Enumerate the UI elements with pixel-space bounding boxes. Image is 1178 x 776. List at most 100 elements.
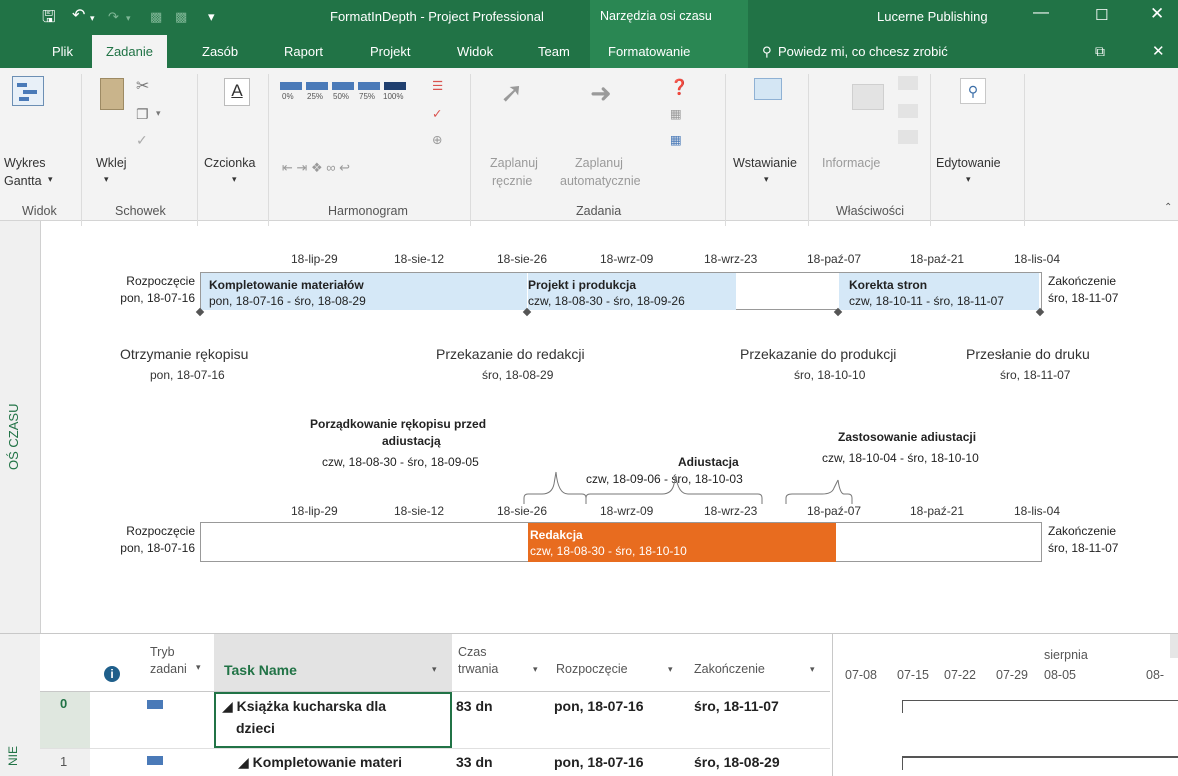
gantt-side-panel: NIE <box>0 634 41 776</box>
tab-widok[interactable]: Widok <box>457 35 493 68</box>
paste-dropdown-icon[interactable]: ▾ <box>104 174 109 185</box>
column-duration-1[interactable]: Czas <box>458 645 486 659</box>
group-zadania: Zadania <box>576 204 622 218</box>
mode-icon[interactable]: ▦ <box>670 132 682 147</box>
tick-label: 18-lis-04 <box>1014 504 1061 518</box>
timeline-task-redakcja[interactable]: Redakcja czw, 18-08-30 - śro, 18-10-10 <box>528 523 836 562</box>
timescale-week: 08- <box>1146 668 1165 682</box>
font-button[interactable]: Czcionka <box>204 156 255 170</box>
gantt-dropdown-icon[interactable]: ▾ <box>48 174 53 185</box>
auto-schedule-label-1: Zaplanuj <box>575 156 623 170</box>
ribbon: Wykres Gantta ▾ ✂ ❐ ▾ ✓ Wklej ▾ A Czcion… <box>0 68 1178 221</box>
timeline-view[interactable]: 18-lip-29 18-sie-12 18-sie-26 18-wrz-09 … <box>42 222 1178 632</box>
summary-bar[interactable] <box>902 756 1178 770</box>
milestone-name: Przekazanie do redakcji <box>436 346 585 362</box>
tick-label: 18-sie-12 <box>394 504 445 518</box>
save-icon[interactable]: 🖫 <box>42 6 56 33</box>
edit-dropdown-icon[interactable]: ▾ <box>966 174 971 185</box>
insert-button[interactable]: Wstawianie <box>733 156 797 170</box>
summary-bar[interactable] <box>902 700 1178 713</box>
paste-icon <box>100 78 124 110</box>
inspect-icon[interactable]: ❓ <box>670 78 689 96</box>
column-mode-1[interactable]: Tryb <box>150 645 175 659</box>
finish-cell: śro, 18-11-07 <box>694 698 779 714</box>
pct-100-icon[interactable] <box>384 82 406 90</box>
maximize-icon[interactable]: ☐ <box>1095 6 1108 24</box>
mode-dropdown-icon[interactable]: ▾ <box>196 662 201 673</box>
copy-dropdown-icon[interactable]: ▾ <box>156 108 161 119</box>
tab-projekt[interactable]: Projekt <box>370 35 410 68</box>
callout-name: Adiustacja <box>678 455 739 469</box>
undo-icon[interactable]: ↶ <box>72 5 85 25</box>
tab-zadanie[interactable]: Zadanie <box>92 35 167 68</box>
ribbon-separator <box>470 74 471 226</box>
percent-complete-buttons: 0% 25% 50% 75% 100% <box>280 82 410 108</box>
task-name-cell: ◢ Kompletowanie materi <box>238 754 403 770</box>
insert-dropdown-icon[interactable]: ▾ <box>764 174 769 185</box>
tick-label: 18-lis-04 <box>1014 252 1061 266</box>
column-task-name[interactable]: Task Name <box>224 662 297 678</box>
tell-me-box[interactable]: Powiedz mi, co chcesz zrobić <box>778 35 948 68</box>
cut-icon[interactable]: ✂ <box>136 76 149 96</box>
scroll-up-icon[interactable] <box>1170 634 1178 658</box>
copy-icon[interactable]: ❐ <box>136 106 149 123</box>
timeline-task-korekta[interactable]: Korekta stron czw, 18-10-11 - śro, 18-11… <box>839 273 1039 310</box>
inactivate-icon[interactable]: ✓ <box>432 106 442 121</box>
tab-team[interactable]: Team <box>538 35 570 68</box>
undo-dropdown-icon[interactable]: ▾ <box>90 13 95 24</box>
redo-dropdown-icon: ▾ <box>126 13 131 23</box>
customize-qa-icon[interactable]: ▾ <box>208 9 215 25</box>
row-id: 0 <box>60 696 68 711</box>
gantt-label-2[interactable]: Gantta <box>4 174 42 188</box>
information-label: Informacje <box>822 156 881 170</box>
manual-schedule-label-1: Zaplanuj <box>490 156 538 170</box>
tab-raport[interactable]: Raport <box>284 35 323 68</box>
timeline-task-kompletowanie[interactable]: Kompletowanie materiałów pon, 18-07-16 -… <box>201 273 527 310</box>
pct-75-icon[interactable] <box>358 82 380 90</box>
pct-50-icon[interactable] <box>332 82 354 90</box>
start-dropdown-icon[interactable]: ▾ <box>668 664 673 675</box>
timeline-task-name: Projekt i produkcja <box>528 278 637 292</box>
close-doc-icon[interactable]: ✕ <box>1152 35 1165 68</box>
gantt-side-label: NIE <box>6 745 20 766</box>
tick-label: 18-wrz-09 <box>600 504 654 518</box>
close-icon[interactable]: ✕ <box>1150 4 1164 24</box>
auto-schedule-label-2: automatycznie <box>560 174 641 188</box>
collapse-ribbon-icon[interactable]: ⌃ <box>1164 202 1172 213</box>
end-label: Zakończenie <box>1048 274 1117 288</box>
font-icon: A <box>224 78 250 106</box>
gantt-label-1[interactable]: Wykres <box>4 156 46 170</box>
milestone-diamond[interactable] <box>1035 307 1045 317</box>
title-bar: 🖫 ↶ ▾ ↷ ▾ ▩ ▩ ▾ FormatInDepth - Project … <box>0 0 1178 35</box>
column-finish[interactable]: Zakończenie <box>694 662 765 676</box>
ribbon-display-icon[interactable]: ⧉ <box>1095 35 1105 68</box>
timescale-week: 07-22 <box>944 668 976 682</box>
tab-plik[interactable]: Plik <box>52 35 73 68</box>
minimize-icon[interactable]: — <box>1033 4 1049 22</box>
finish-dropdown-icon[interactable]: ▾ <box>810 664 815 675</box>
column-mode-2[interactable]: zadani <box>150 662 187 676</box>
column-duration-2[interactable]: trwania <box>458 662 498 676</box>
account-name[interactable]: Lucerne Publishing <box>877 9 988 24</box>
timeline-task-dates: czw, 18-08-30 - śro, 18-09-26 <box>528 294 685 308</box>
tab-formatowanie[interactable]: Formatowanie <box>608 35 690 68</box>
font-dropdown-icon[interactable]: ▾ <box>232 174 237 185</box>
notes-icon <box>898 76 918 90</box>
info-column-icon[interactable]: i <box>104 666 120 682</box>
duration-dropdown-icon[interactable]: ▾ <box>533 664 538 675</box>
end-date: śro, 18-11-07 <box>1048 541 1119 555</box>
pct-25-icon[interactable] <box>306 82 328 90</box>
respect-links-icon[interactable]: ☰ <box>432 78 443 93</box>
task-name-dropdown-icon[interactable]: ▾ <box>432 664 437 675</box>
details-icon <box>898 104 918 118</box>
edit-button[interactable]: Edytowanie <box>936 156 1001 170</box>
column-start[interactable]: Rozpoczęcie <box>556 662 628 676</box>
milestone-name: Przesłanie do druku <box>966 346 1090 362</box>
timeline-task-projekt[interactable]: Projekt i produkcja czw, 18-08-30 - śro,… <box>528 273 736 310</box>
grid-split[interactable] <box>832 634 833 776</box>
tab-zasob[interactable]: Zasób <box>202 35 238 68</box>
pct-0-icon[interactable] <box>280 82 302 90</box>
paste-button[interactable]: Wklej <box>96 156 127 170</box>
pct-75-label: 75% <box>359 92 376 101</box>
filter-qa-icon: ▩ <box>175 9 188 24</box>
